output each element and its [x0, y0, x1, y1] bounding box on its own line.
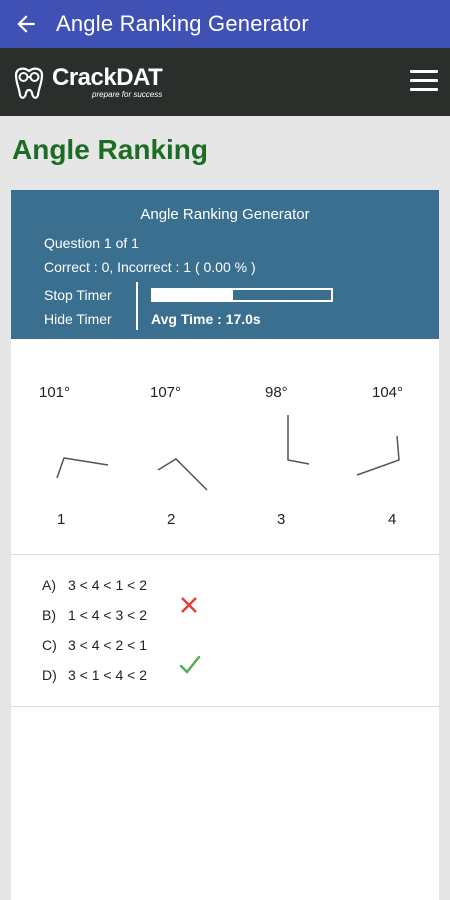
- angle-4-number: 4: [388, 511, 397, 528]
- hide-timer-button[interactable]: Hide Timer: [44, 311, 112, 327]
- page-title: Angle Ranking: [12, 134, 209, 165]
- angle-3-number: 3: [277, 511, 286, 528]
- brand-name: CrackDAT: [52, 63, 163, 91]
- angle-2-number: 2: [167, 511, 176, 528]
- timer-divider: [136, 282, 138, 330]
- back-button[interactable]: [2, 0, 50, 48]
- question-counter: Question 1 of 1: [44, 235, 139, 251]
- arrow-left-icon: [17, 15, 35, 33]
- brand-tagline: prepare for success: [92, 89, 163, 99]
- avg-time: Avg Time : 17.0s: [151, 311, 261, 327]
- generator-title: Angle Ranking Generator: [140, 206, 310, 223]
- page-scrollbar[interactable]: [440, 190, 450, 900]
- angle-1-shape: [56, 457, 109, 479]
- answer-option-a[interactable]: A) 3 < 4 < 1 < 2: [42, 577, 147, 593]
- app-bar: Angle Ranking Generator: [0, 0, 450, 48]
- correct-check-icon: [179, 655, 201, 674]
- hamburger-icon[interactable]: [410, 70, 438, 94]
- answer-option-d[interactable]: D) 3 < 1 < 4 < 2: [42, 667, 147, 683]
- angle-2-shape: [157, 458, 208, 491]
- answer-option-c[interactable]: C) 3 < 4 < 2 < 1: [42, 637, 147, 653]
- tooth-glasses-icon: [14, 67, 44, 99]
- timer-progress-bar: [151, 288, 333, 302]
- score-summary: Correct : 0, Incorrect : 1 ( 0.00 % ): [44, 259, 256, 275]
- stop-timer-button[interactable]: Stop Timer: [44, 287, 112, 303]
- generator-card: Angle Ranking Generator Question 1 of 1 …: [11, 190, 439, 900]
- app-title: Angle Ranking Generator: [56, 11, 309, 36]
- answer-options: A) 3 < 4 < 1 < 2 B) 1 < 4 < 3 < 2 C) 3 < 4 …: [11, 555, 439, 707]
- angle-1-number: 1: [57, 511, 66, 528]
- generator-header: Angle Ranking Generator Question 1 of 1 …: [11, 190, 439, 339]
- angle-drawings: [56, 415, 400, 491]
- angle-4-shape: [356, 435, 400, 476]
- crackdat-logo[interactable]: CrackDAT prepare for success: [10, 63, 163, 101]
- incorrect-x-icon: [181, 597, 197, 613]
- angle-3-shape: [287, 415, 310, 465]
- angle-figures: 101° 107° 98° 104° 1 2 3 4: [11, 339, 439, 555]
- site-navbar: CrackDAT prepare for success: [0, 48, 450, 116]
- answer-option-b[interactable]: B) 1 < 4 < 3 < 2: [42, 607, 147, 623]
